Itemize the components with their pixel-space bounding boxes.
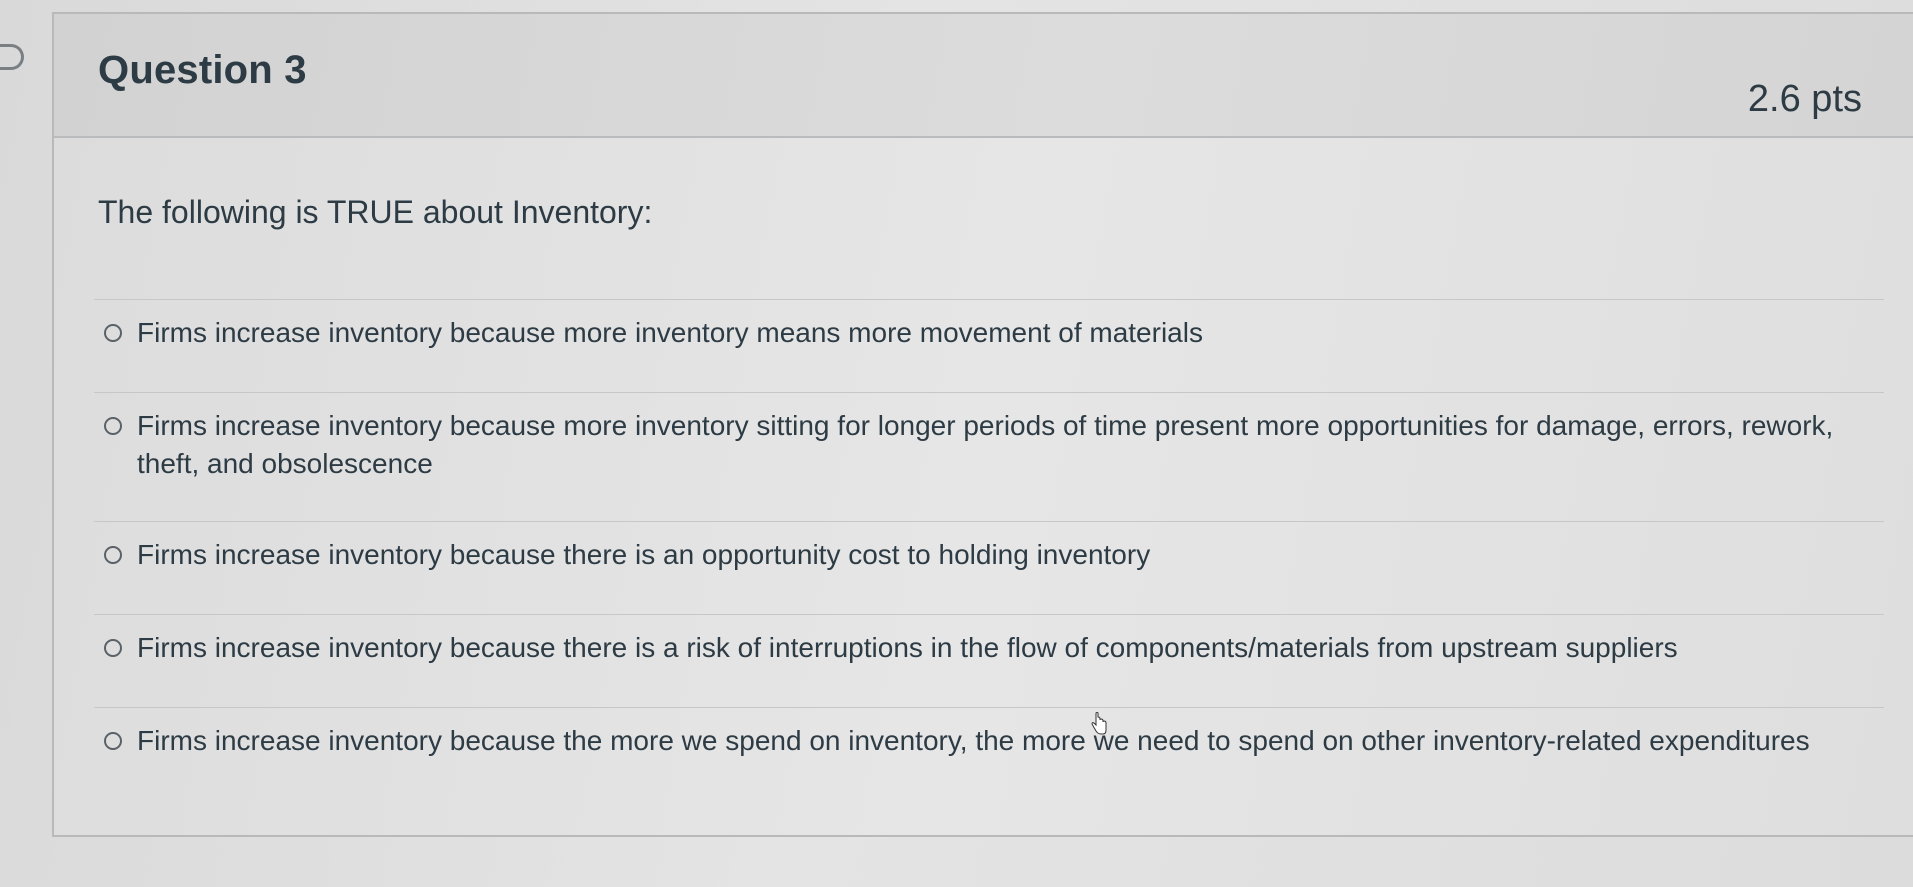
answer-option-5[interactable]: Firms increase inventory because the mor… — [94, 707, 1884, 836]
question-prompt: The following is TRUE about Inventory: — [98, 194, 653, 230]
question-title: Question 3 — [98, 48, 307, 92]
answer-option-4[interactable]: Firms increase inventory because there i… — [94, 614, 1884, 707]
radio-button-icon[interactable] — [104, 324, 122, 342]
radio-button-icon[interactable] — [104, 546, 122, 564]
answer-label[interactable]: Firms increase inventory because the mor… — [137, 722, 1810, 760]
hand-pointer-icon — [1091, 712, 1107, 735]
question-header: Question 3 2.6 pts — [54, 14, 1913, 138]
flag-question-icon[interactable] — [0, 44, 24, 70]
answer-option-3[interactable]: Firms increase inventory because there i… — [94, 521, 1884, 614]
answer-label[interactable]: Firms increase inventory because there i… — [137, 629, 1678, 667]
answer-option-1[interactable]: Firms increase inventory because more in… — [94, 299, 1884, 392]
question-card: Question 3 2.6 pts The following is TRUE… — [52, 12, 1913, 837]
radio-button-icon[interactable] — [104, 639, 122, 657]
answer-list: Firms increase inventory because more in… — [94, 299, 1884, 836]
answer-option-2[interactable]: Firms increase inventory because more in… — [94, 392, 1884, 521]
radio-button-icon[interactable] — [104, 417, 122, 435]
answer-label[interactable]: Firms increase inventory because more in… — [137, 407, 1857, 483]
radio-button-icon[interactable] — [104, 732, 122, 750]
answer-label[interactable]: Firms increase inventory because there i… — [137, 536, 1150, 574]
answer-label[interactable]: Firms increase inventory because more in… — [137, 314, 1203, 352]
question-points: 2.6 pts — [1747, 78, 1862, 120]
